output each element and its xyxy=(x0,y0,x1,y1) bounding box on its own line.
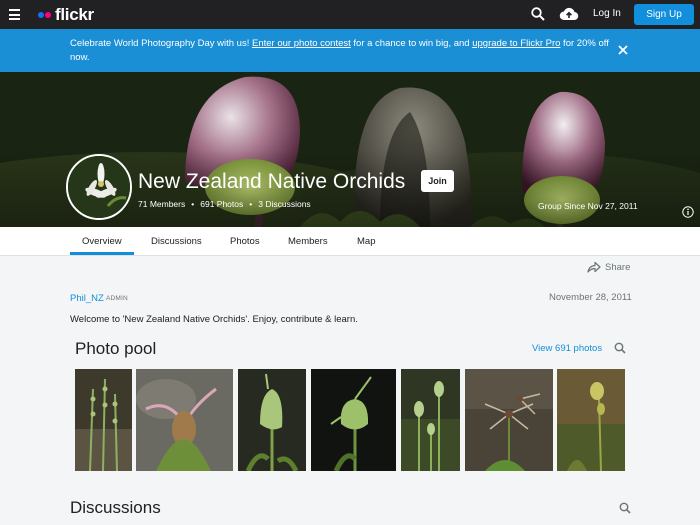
discussions-count[interactable]: 3 Discussions xyxy=(258,199,310,209)
info-icon[interactable] xyxy=(682,206,694,218)
group-tabs: Overview Discussions Photos Members Map xyxy=(0,227,700,256)
group-cover: New Zealand Native Orchids Join 71 Membe… xyxy=(0,72,700,227)
search-icon[interactable] xyxy=(619,502,631,514)
logo-blue-dot xyxy=(38,12,44,18)
photo-yellow-orchid[interactable] xyxy=(557,369,625,471)
share-button[interactable]: Share xyxy=(587,261,630,273)
search-icon[interactable] xyxy=(531,7,545,21)
photo-green-spikes[interactable] xyxy=(75,369,132,471)
share-icon xyxy=(587,261,601,273)
photo-contest-link[interactable]: Enter our photo contest xyxy=(252,38,351,49)
photo-green-hood[interactable] xyxy=(238,369,306,471)
tab-discussions[interactable]: Discussions xyxy=(151,236,202,247)
logo-text: flickr xyxy=(55,5,94,24)
photo-spider-orchid[interactable] xyxy=(465,369,553,471)
logo-pink-dot xyxy=(45,12,51,18)
banner-text-1: Celebrate World Photography Day with us! xyxy=(70,38,252,49)
active-tab-indicator xyxy=(70,252,134,255)
tab-overview[interactable]: Overview xyxy=(82,236,122,247)
search-icon[interactable] xyxy=(614,342,626,354)
group-title: New Zealand Native Orchids xyxy=(138,170,406,193)
login-link[interactable]: Log In xyxy=(593,8,621,19)
photo-pink-hood[interactable] xyxy=(136,369,233,471)
welcome-text: Welcome to 'New Zealand Native Orchids'.… xyxy=(70,314,358,325)
view-photos-link[interactable]: View 691 photos xyxy=(532,343,602,354)
upgrade-pro-link[interactable]: upgrade to Flickr Pro xyxy=(472,38,560,49)
photo-moss-orchids[interactable] xyxy=(401,369,460,471)
tab-map[interactable]: Map xyxy=(357,236,375,247)
post-date: November 28, 2011 xyxy=(549,292,632,303)
group-avatar xyxy=(66,154,132,220)
top-nav: flickr Log In Sign Up xyxy=(0,0,700,29)
group-since: Group Since Nov 27, 2011 xyxy=(538,201,638,211)
hamburger-menu-icon[interactable] xyxy=(9,9,21,20)
author-link[interactable]: Phil_NZ xyxy=(70,293,104,304)
photos-count[interactable]: 691 Photos xyxy=(200,199,243,209)
upload-cloud-icon[interactable] xyxy=(559,6,579,22)
share-label: Share xyxy=(605,261,631,273)
signup-button[interactable]: Sign Up xyxy=(634,4,694,25)
promo-banner: Celebrate World Photography Day with us!… xyxy=(0,29,700,72)
photo-pool-title: Photo pool xyxy=(75,339,157,358)
group-stats: 71 Members • 691 Photos • 3 Discussions xyxy=(138,199,311,209)
flickr-logo[interactable]: flickr xyxy=(38,5,94,25)
discussions-title: Discussions xyxy=(70,498,161,517)
tab-photos[interactable]: Photos xyxy=(230,236,260,247)
tab-members[interactable]: Members xyxy=(288,236,328,247)
admin-badge: ADMIN xyxy=(106,295,128,302)
photo-greenhood-dark[interactable] xyxy=(311,369,396,471)
banner-text: Celebrate World Photography Day with us!… xyxy=(70,37,610,65)
join-button[interactable]: Join xyxy=(421,170,454,192)
banner-text-2: for a chance to win big, and xyxy=(350,38,473,49)
close-icon[interactable] xyxy=(617,44,629,56)
members-count[interactable]: 71 Members xyxy=(138,199,185,209)
